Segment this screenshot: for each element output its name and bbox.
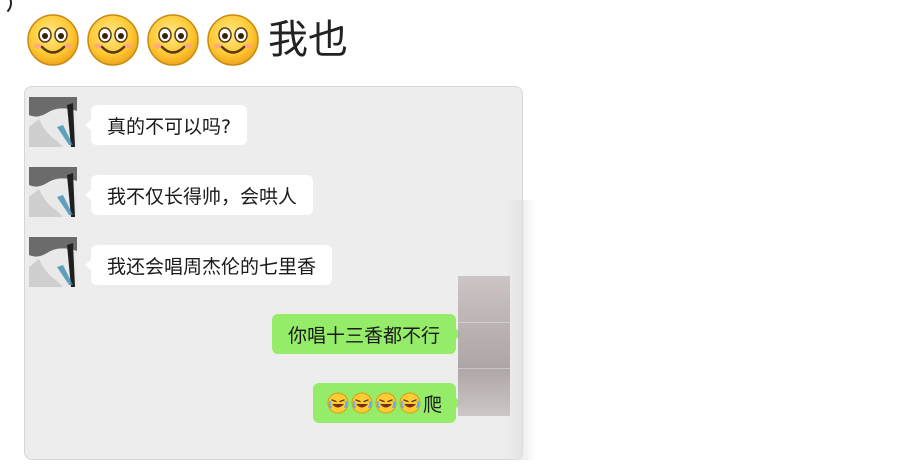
message-text: 真的不可以吗? (107, 115, 232, 138)
message-bubble-incoming[interactable]: 真的不可以吗? (84, 105, 248, 145)
caption: 我也 (26, 12, 348, 68)
avatar[interactable] (29, 97, 77, 147)
caption-text: 我也 (268, 17, 348, 63)
chat-window: 真的不可以吗? 我不仅长得帅，会哄人 我还会唱周杰伦的七里香 你唱十三香都不行 (24, 86, 523, 460)
avatar[interactable] (29, 237, 77, 287)
message-text: 我不仅长得帅，会哄人 (107, 185, 298, 208)
message-bubble-outgoing[interactable]: 你唱十三香都不行 (271, 314, 463, 354)
message-text: 你唱十三香都不行 (287, 324, 440, 347)
message-bubble-incoming[interactable]: 我还会唱周杰伦的七里香 (84, 245, 333, 285)
corner-mark (0, 0, 12, 16)
smile-emoji-icon (146, 13, 200, 67)
laugh-cry-emoji-icon (399, 392, 421, 414)
message-bubble-outgoing[interactable]: 爬 (312, 383, 463, 423)
smile-emoji-icon (206, 13, 260, 67)
avatar-image (29, 167, 77, 217)
avatar-image (29, 97, 77, 147)
message-text: 我还会唱周杰伦的七里香 (107, 255, 317, 278)
message-bubble-incoming[interactable]: 我不仅长得帅，会哄人 (84, 175, 314, 215)
smile-emoji-icon (86, 13, 140, 67)
message-text: 爬 (422, 393, 442, 416)
laugh-cry-emoji-icon (327, 392, 349, 414)
blurred-avatar (458, 276, 510, 416)
avatar[interactable] (29, 167, 77, 217)
smile-emoji-icon (26, 13, 80, 67)
avatar-image (29, 237, 77, 287)
laugh-cry-emoji-icon (375, 392, 397, 414)
laugh-cry-emoji-icon (351, 392, 373, 414)
